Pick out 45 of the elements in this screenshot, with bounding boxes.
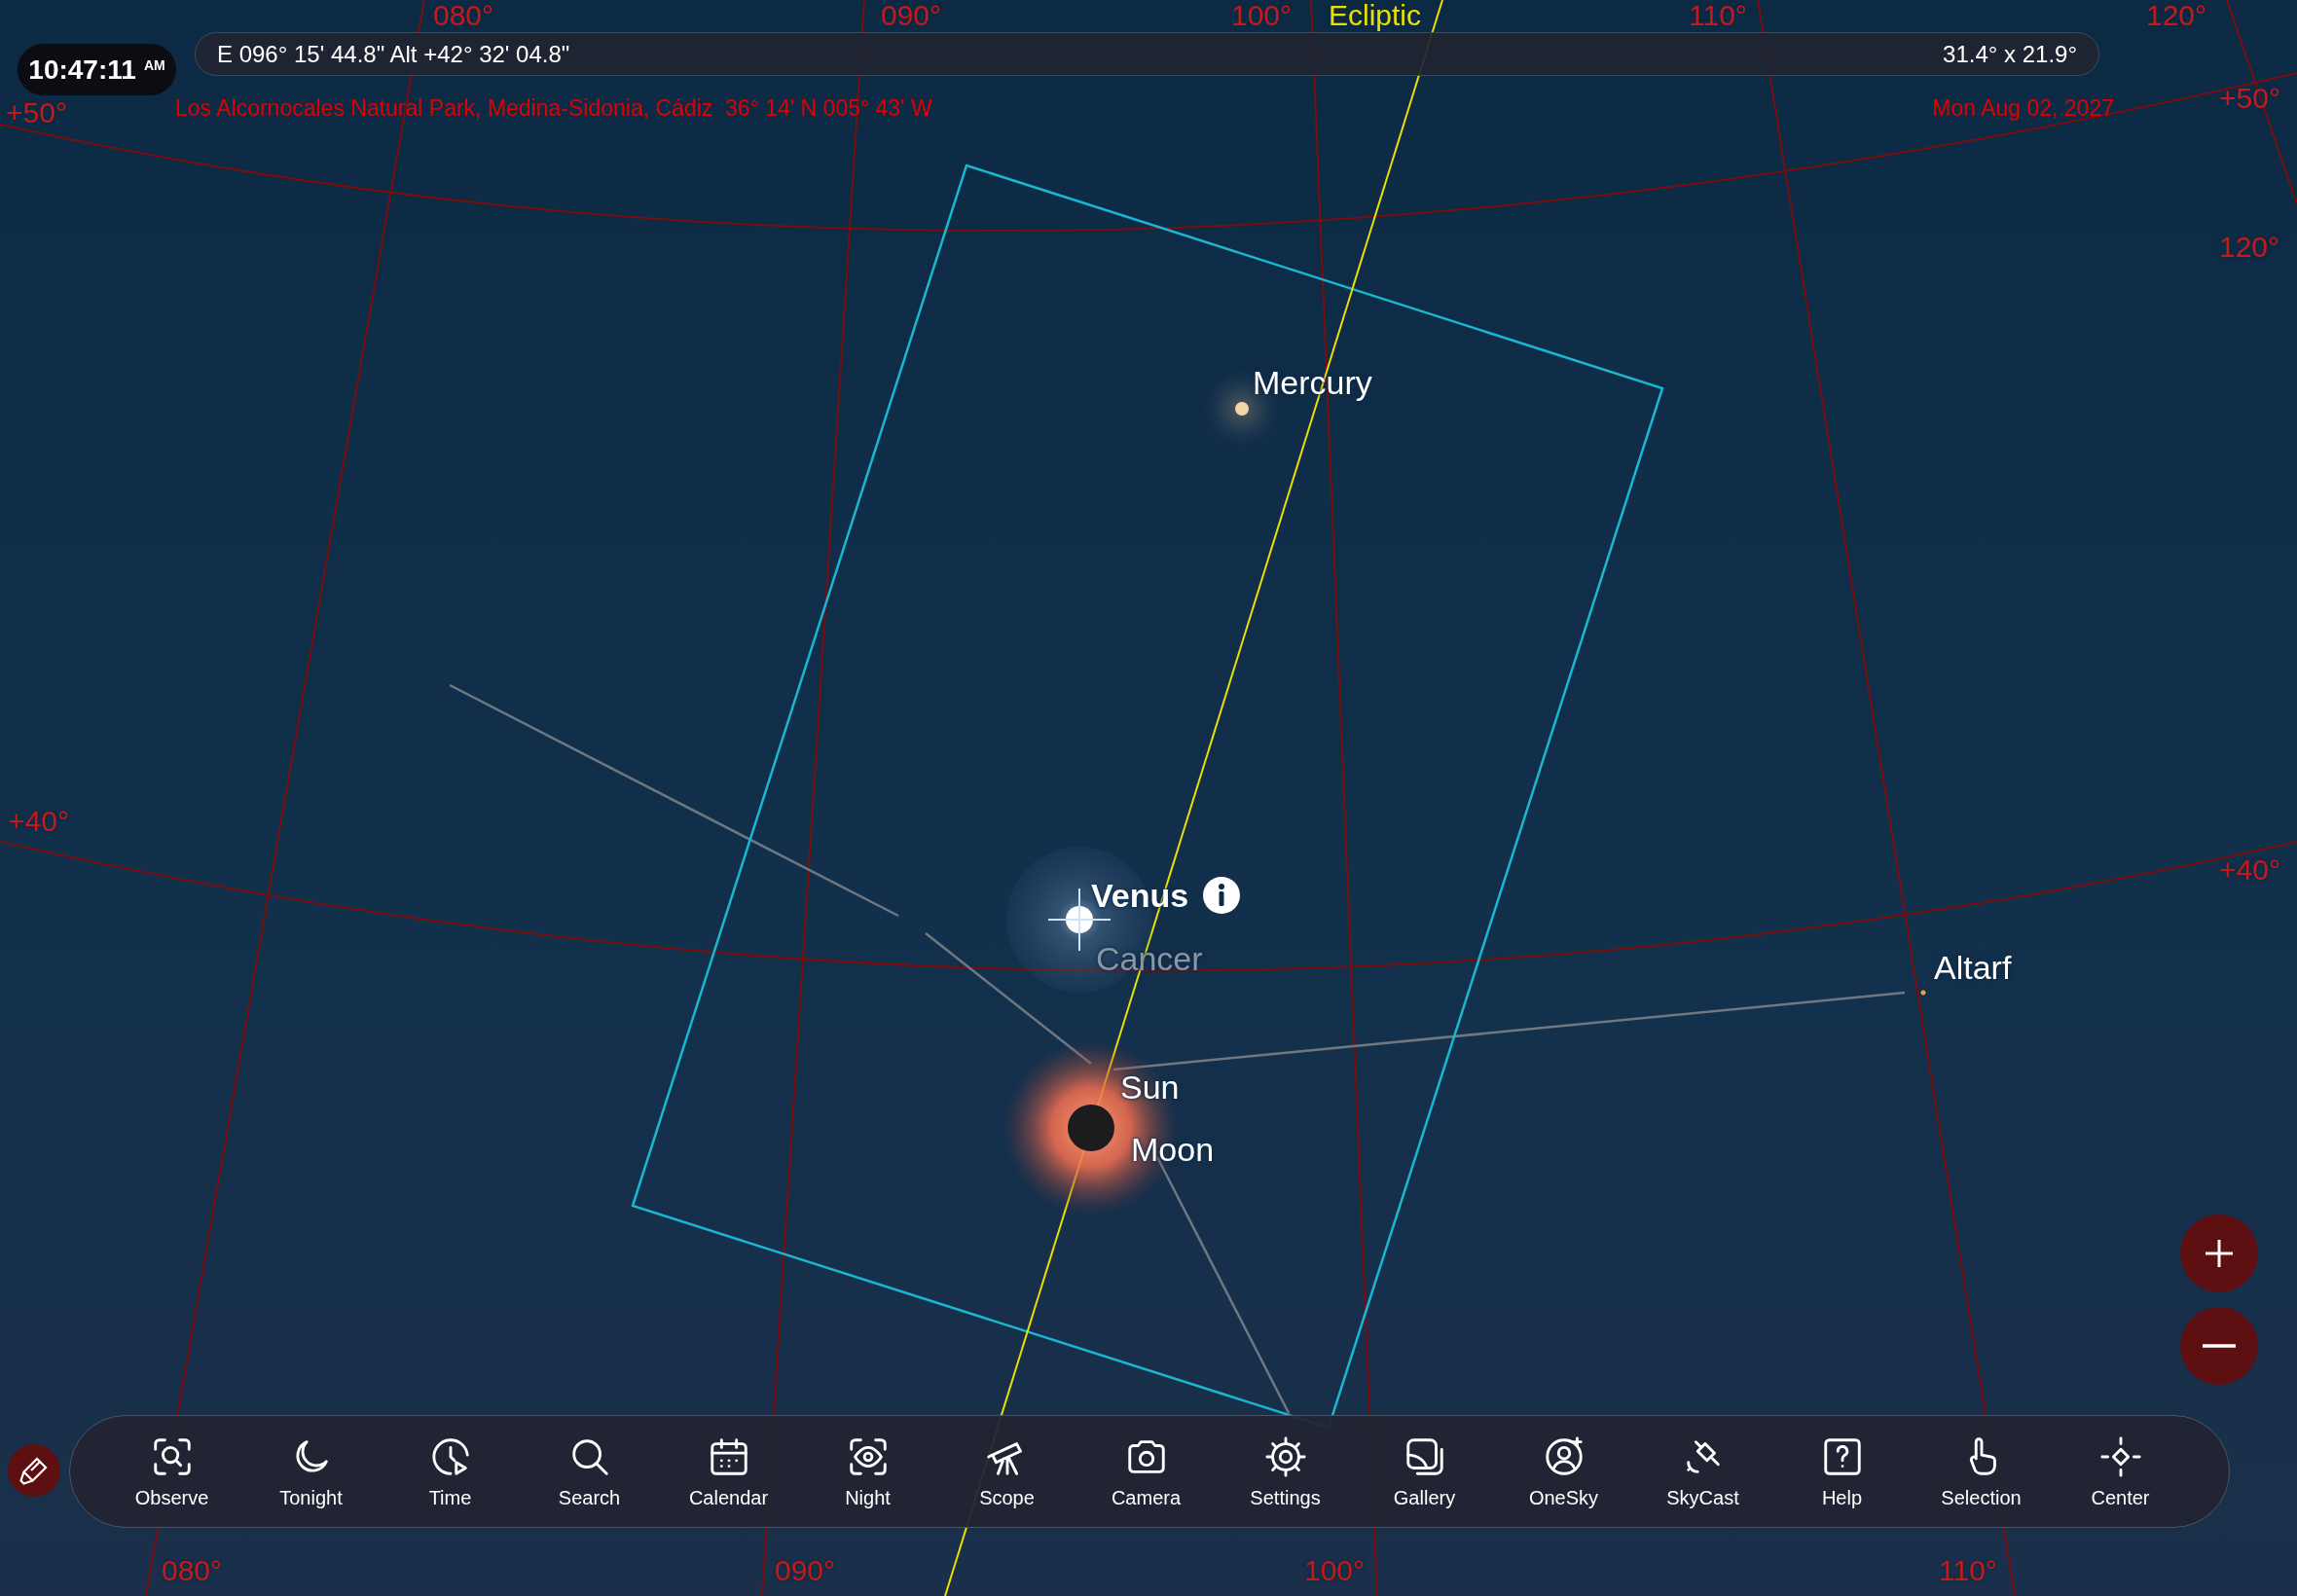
- toolbar-button[interactable]: Gallery: [1355, 1428, 1494, 1515]
- grid-label: 100°: [1304, 1555, 1366, 1586]
- grid-label: +50°: [6, 97, 67, 128]
- clock-time: 10:47:11: [28, 54, 136, 86]
- info-icon[interactable]: [1202, 876, 1242, 915]
- location-text: Los Alcornocales Natural Park, Medina-Sidonia, Cádiz 36° 14' N 005° 43' W: [175, 95, 932, 122]
- toolbar-button[interactable]: Search: [520, 1428, 659, 1515]
- star-dot[interactable]: [1920, 990, 1926, 996]
- ecliptic-label: Ecliptic: [1329, 0, 1422, 31]
- minus-icon: [2203, 1344, 2236, 1348]
- grid-label: 090°: [775, 1555, 836, 1586]
- toolbar-button[interactable]: Observe: [102, 1428, 241, 1515]
- grid-label: 110°: [1689, 0, 1747, 31]
- toolbar-button[interactable]: Center: [2051, 1428, 2190, 1515]
- plus-icon: [2203, 1237, 2236, 1270]
- planet-dot[interactable]: [1235, 402, 1249, 416]
- toolbar-button[interactable]: Night: [798, 1428, 937, 1515]
- grid-label: 120°: [2219, 232, 2280, 263]
- toolbar-button[interactable]: Time: [381, 1428, 520, 1515]
- grid-label: 120°: [2146, 0, 2207, 31]
- date-text: Mon Aug 02, 2027: [1932, 95, 2114, 122]
- grid-label: 080°: [162, 1555, 223, 1586]
- toolbar-button[interactable]: Calendar: [659, 1428, 798, 1515]
- object-label[interactable]: Sun: [1120, 1069, 1180, 1106]
- toolbar-button[interactable]: SkyCast: [1633, 1428, 1772, 1515]
- toolbar-button[interactable]: Settings: [1216, 1428, 1355, 1515]
- toolbar-button[interactable]: Tonight: [241, 1428, 381, 1515]
- grid-label: +40°: [2219, 854, 2280, 886]
- clock-pill[interactable]: 10:47:11 AM: [18, 44, 176, 95]
- moon-disc[interactable]: [1068, 1105, 1114, 1151]
- grid-label: 090°: [881, 0, 942, 31]
- toolbar-button[interactable]: Scope: [937, 1428, 1076, 1515]
- object-label[interactable]: Moon: [1131, 1131, 1215, 1169]
- grid-label: 110°: [1939, 1555, 1997, 1586]
- grid-label: +40°: [8, 806, 69, 837]
- position-readout: E 096° 15' 44.8" Alt +42° 32' 04.8": [217, 40, 570, 68]
- grid-label: 080°: [433, 0, 494, 31]
- toolbar-button[interactable]: Selection: [1912, 1428, 2051, 1515]
- toolbar-button[interactable]: Help: [1772, 1428, 1912, 1515]
- grid-label: 100°: [1231, 0, 1293, 31]
- clock-meridiem: AM: [143, 56, 165, 73]
- toolbar-button[interactable]: Camera: [1076, 1428, 1216, 1515]
- toolbar-button[interactable]: OneSky: [1494, 1428, 1633, 1515]
- field-of-view-readout: 31.4° x 21.9°: [1943, 40, 2077, 68]
- object-label[interactable]: Altarf: [1934, 949, 2012, 987]
